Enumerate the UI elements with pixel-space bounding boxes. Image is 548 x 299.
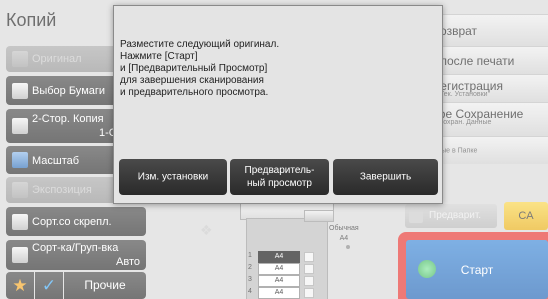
dialog-preview-button[interactable]: Предваритель- ный просмотр (230, 159, 329, 195)
change-settings-button[interactable]: Изм. установки (119, 159, 227, 195)
scan-next-original-dialog: Разместите следующий оригинал. Нажмите [… (113, 5, 443, 204)
dialog-message: Разместите следующий оригинал. Нажмите [… (120, 39, 279, 99)
dialog-message-line: Нажмите [Старт] (120, 51, 198, 62)
finish-label: Завершить (359, 171, 412, 183)
dialog-message-line: Разместите следующий оригинал. (120, 39, 280, 50)
copy-screen: Копий Оригинал Выбор Бумаги 2-Стор. Копи… (0, 0, 548, 299)
change-settings-label: Изм. установки (137, 171, 209, 183)
dialog-preview-line2: ный просмотр (247, 178, 312, 189)
dialog-preview-label: Предваритель- ный просмотр (230, 164, 329, 190)
dialog-message-line: и предварительного просмотра. (120, 87, 269, 98)
dialog-message-line: для завершения сканирования (120, 75, 264, 86)
dialog-message-line: и [Предварительный Просмотр] (120, 63, 268, 74)
finish-button[interactable]: Завершить (333, 159, 438, 195)
dialog-preview-line1: Предваритель- (244, 165, 315, 176)
